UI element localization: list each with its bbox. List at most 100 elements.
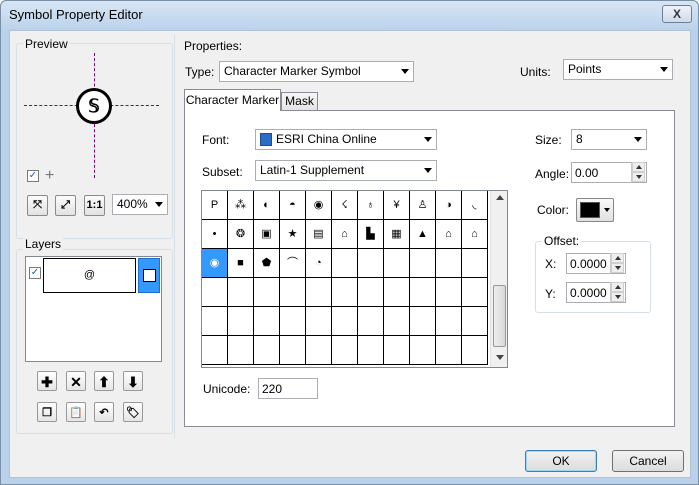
- spin-down-icon[interactable]: [632, 172, 645, 182]
- cancel-button[interactable]: Cancel: [612, 450, 684, 472]
- character-cell[interactable]: ◑: [436, 191, 462, 220]
- character-cell[interactable]: [254, 278, 280, 307]
- character-cell[interactable]: [462, 307, 488, 336]
- character-cell[interactable]: ⌒: [280, 249, 306, 278]
- layer-visible-checkbox[interactable]: ✓: [29, 267, 41, 279]
- character-cell[interactable]: [306, 307, 332, 336]
- character-cell[interactable]: [384, 278, 410, 307]
- copy-icon[interactable]: ❐: [37, 402, 57, 422]
- subset-select[interactable]: Latin-1 Supplement: [255, 160, 437, 181]
- character-cell[interactable]: ☇: [332, 191, 358, 220]
- preview-checkbox[interactable]: ✓: [27, 170, 39, 182]
- spin-up-icon[interactable]: [611, 282, 624, 292]
- character-cell[interactable]: ⌂: [436, 220, 462, 249]
- character-cell[interactable]: [280, 278, 306, 307]
- character-cell[interactable]: [228, 307, 254, 336]
- spin-up-icon[interactable]: [611, 253, 624, 263]
- character-cell[interactable]: ▤: [306, 220, 332, 249]
- character-cell[interactable]: ♙: [410, 191, 436, 220]
- spin-up-icon[interactable]: [632, 162, 645, 172]
- character-cell[interactable]: [228, 336, 254, 365]
- layer-lock-button[interactable]: [138, 258, 160, 293]
- character-cell[interactable]: [332, 249, 358, 278]
- reset-icon[interactable]: ↶: [94, 402, 114, 422]
- character-cell[interactable]: [306, 336, 332, 365]
- character-cell[interactable]: [462, 336, 488, 365]
- character-cell[interactable]: ◐: [254, 191, 280, 220]
- paste-icon[interactable]: 📋: [66, 402, 86, 422]
- character-cell[interactable]: ⬟: [254, 249, 280, 278]
- grid-scrollbar[interactable]: [490, 191, 507, 367]
- preview-crosshair-icon[interactable]: +: [45, 167, 54, 185]
- character-cell[interactable]: [254, 307, 280, 336]
- character-cell[interactable]: [436, 249, 462, 278]
- zoom-fit-icon[interactable]: ⤢: [55, 195, 76, 216]
- character-cell[interactable]: P: [202, 191, 228, 220]
- character-cell[interactable]: [358, 249, 384, 278]
- character-cell[interactable]: [436, 307, 462, 336]
- size-select[interactable]: 8: [571, 129, 647, 150]
- character-cell[interactable]: [254, 336, 280, 365]
- character-cell[interactable]: [410, 249, 436, 278]
- color-picker-button[interactable]: [576, 198, 614, 222]
- character-cell[interactable]: [202, 307, 228, 336]
- tag-icon[interactable]: 🏷: [123, 402, 143, 422]
- character-cell[interactable]: ◔: [306, 249, 332, 278]
- character-cell[interactable]: ❂: [228, 220, 254, 249]
- zoom-level-select[interactable]: 400%: [112, 194, 168, 215]
- character-cell[interactable]: [462, 278, 488, 307]
- angle-spinner[interactable]: [631, 162, 645, 183]
- layers-list[interactable]: ✓ @: [25, 256, 162, 362]
- unicode-input[interactable]: [258, 378, 318, 399]
- character-cell[interactable]: [384, 307, 410, 336]
- character-cell[interactable]: •: [202, 220, 228, 249]
- character-cell[interactable]: ■: [228, 249, 254, 278]
- scroll-up-icon[interactable]: [496, 195, 504, 200]
- units-select[interactable]: Points: [563, 59, 673, 80]
- character-cell[interactable]: [332, 278, 358, 307]
- character-cell[interactable]: [280, 307, 306, 336]
- add-layer-icon[interactable]: ✚: [37, 371, 57, 391]
- character-cell[interactable]: [332, 307, 358, 336]
- character-cell[interactable]: [436, 278, 462, 307]
- character-cell[interactable]: ⁂: [228, 191, 254, 220]
- type-select[interactable]: Character Marker Symbol: [219, 61, 414, 82]
- move-up-icon[interactable]: ⬆: [94, 371, 114, 391]
- character-cell[interactable]: ◉: [202, 249, 228, 278]
- spin-down-icon[interactable]: [611, 263, 624, 273]
- character-cell[interactable]: [410, 278, 436, 307]
- character-cell[interactable]: ¥: [384, 191, 410, 220]
- character-cell[interactable]: ◉: [306, 191, 332, 220]
- character-cell[interactable]: [436, 336, 462, 365]
- character-cell[interactable]: ▣: [254, 220, 280, 249]
- delete-layer-icon[interactable]: ✕: [66, 371, 86, 391]
- character-cell[interactable]: [462, 249, 488, 278]
- character-cell[interactable]: [410, 336, 436, 365]
- zoom-1-to-1-icon[interactable]: 1:1: [84, 195, 105, 216]
- character-cell[interactable]: ▲: [410, 220, 436, 249]
- character-cell[interactable]: ◓: [280, 191, 306, 220]
- character-cell[interactable]: ⌂: [332, 220, 358, 249]
- character-cell[interactable]: [358, 278, 384, 307]
- character-cell[interactable]: ▙: [358, 220, 384, 249]
- font-select[interactable]: ESRI China Online: [255, 129, 437, 150]
- offset-y-spinner[interactable]: [610, 282, 624, 303]
- character-cell[interactable]: [384, 336, 410, 365]
- character-cell[interactable]: [358, 307, 384, 336]
- character-cell[interactable]: ⌂: [462, 220, 488, 249]
- tab-character-marker[interactable]: Character Marker: [184, 89, 281, 111]
- move-down-icon[interactable]: ⬇: [123, 371, 143, 391]
- scroll-down-icon[interactable]: [496, 355, 504, 360]
- character-cell[interactable]: ♁: [358, 191, 384, 220]
- character-cell[interactable]: ▦: [384, 220, 410, 249]
- character-cell[interactable]: [202, 278, 228, 307]
- character-grid[interactable]: P ⁂ ◐ ◓ ◉ ☇ ♁ ¥ ♙ ◑ ◟ • ❂ ▣ ★ ▤ ⌂ ▙ ▦ ▲ ⌂ ⌂ ◉ ■ ⬟ ⌒ ◔: [201, 190, 508, 368]
- character-cell[interactable]: [384, 249, 410, 278]
- zoom-full-extent-icon[interactable]: ⤧: [27, 195, 48, 216]
- character-cell[interactable]: [410, 307, 436, 336]
- layer-item[interactable]: @: [43, 258, 136, 293]
- offset-x-spinner[interactable]: [610, 253, 624, 274]
- character-cell[interactable]: ◟: [462, 191, 488, 220]
- tab-mask[interactable]: Mask: [281, 92, 318, 111]
- character-cell[interactable]: [228, 278, 254, 307]
